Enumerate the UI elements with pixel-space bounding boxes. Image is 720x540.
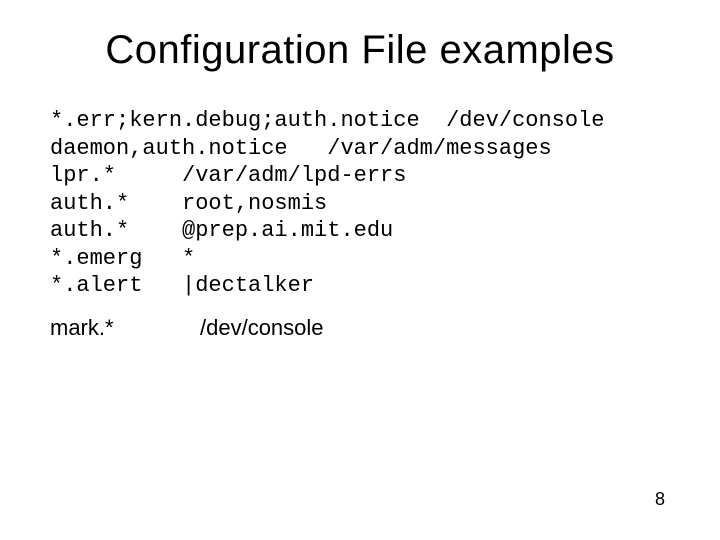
aux-right: /dev/console <box>200 315 324 340</box>
code-line-4: auth.* root,nosmis <box>50 191 327 216</box>
aux-left: mark.* <box>50 314 200 342</box>
page-number: 8 <box>655 489 665 510</box>
config-code-block: *.err;kern.debug;auth.notice /dev/consol… <box>50 107 670 300</box>
code-line-2: daemon,auth.notice /var/adm/messages <box>50 136 552 161</box>
code-line-6: *.emerg * <box>50 246 195 271</box>
code-line-3: lpr.* /var/adm/lpd-errs <box>50 163 406 188</box>
code-line-1: *.err;kern.debug;auth.notice /dev/consol… <box>50 108 605 133</box>
slide: Configuration File examples *.err;kern.d… <box>0 0 720 540</box>
slide-title: Configuration File examples <box>50 28 670 73</box>
code-line-7: *.alert |dectalker <box>50 273 314 298</box>
aux-line: mark.*/dev/console <box>50 314 670 342</box>
code-line-5: auth.* @prep.ai.mit.edu <box>50 218 393 243</box>
